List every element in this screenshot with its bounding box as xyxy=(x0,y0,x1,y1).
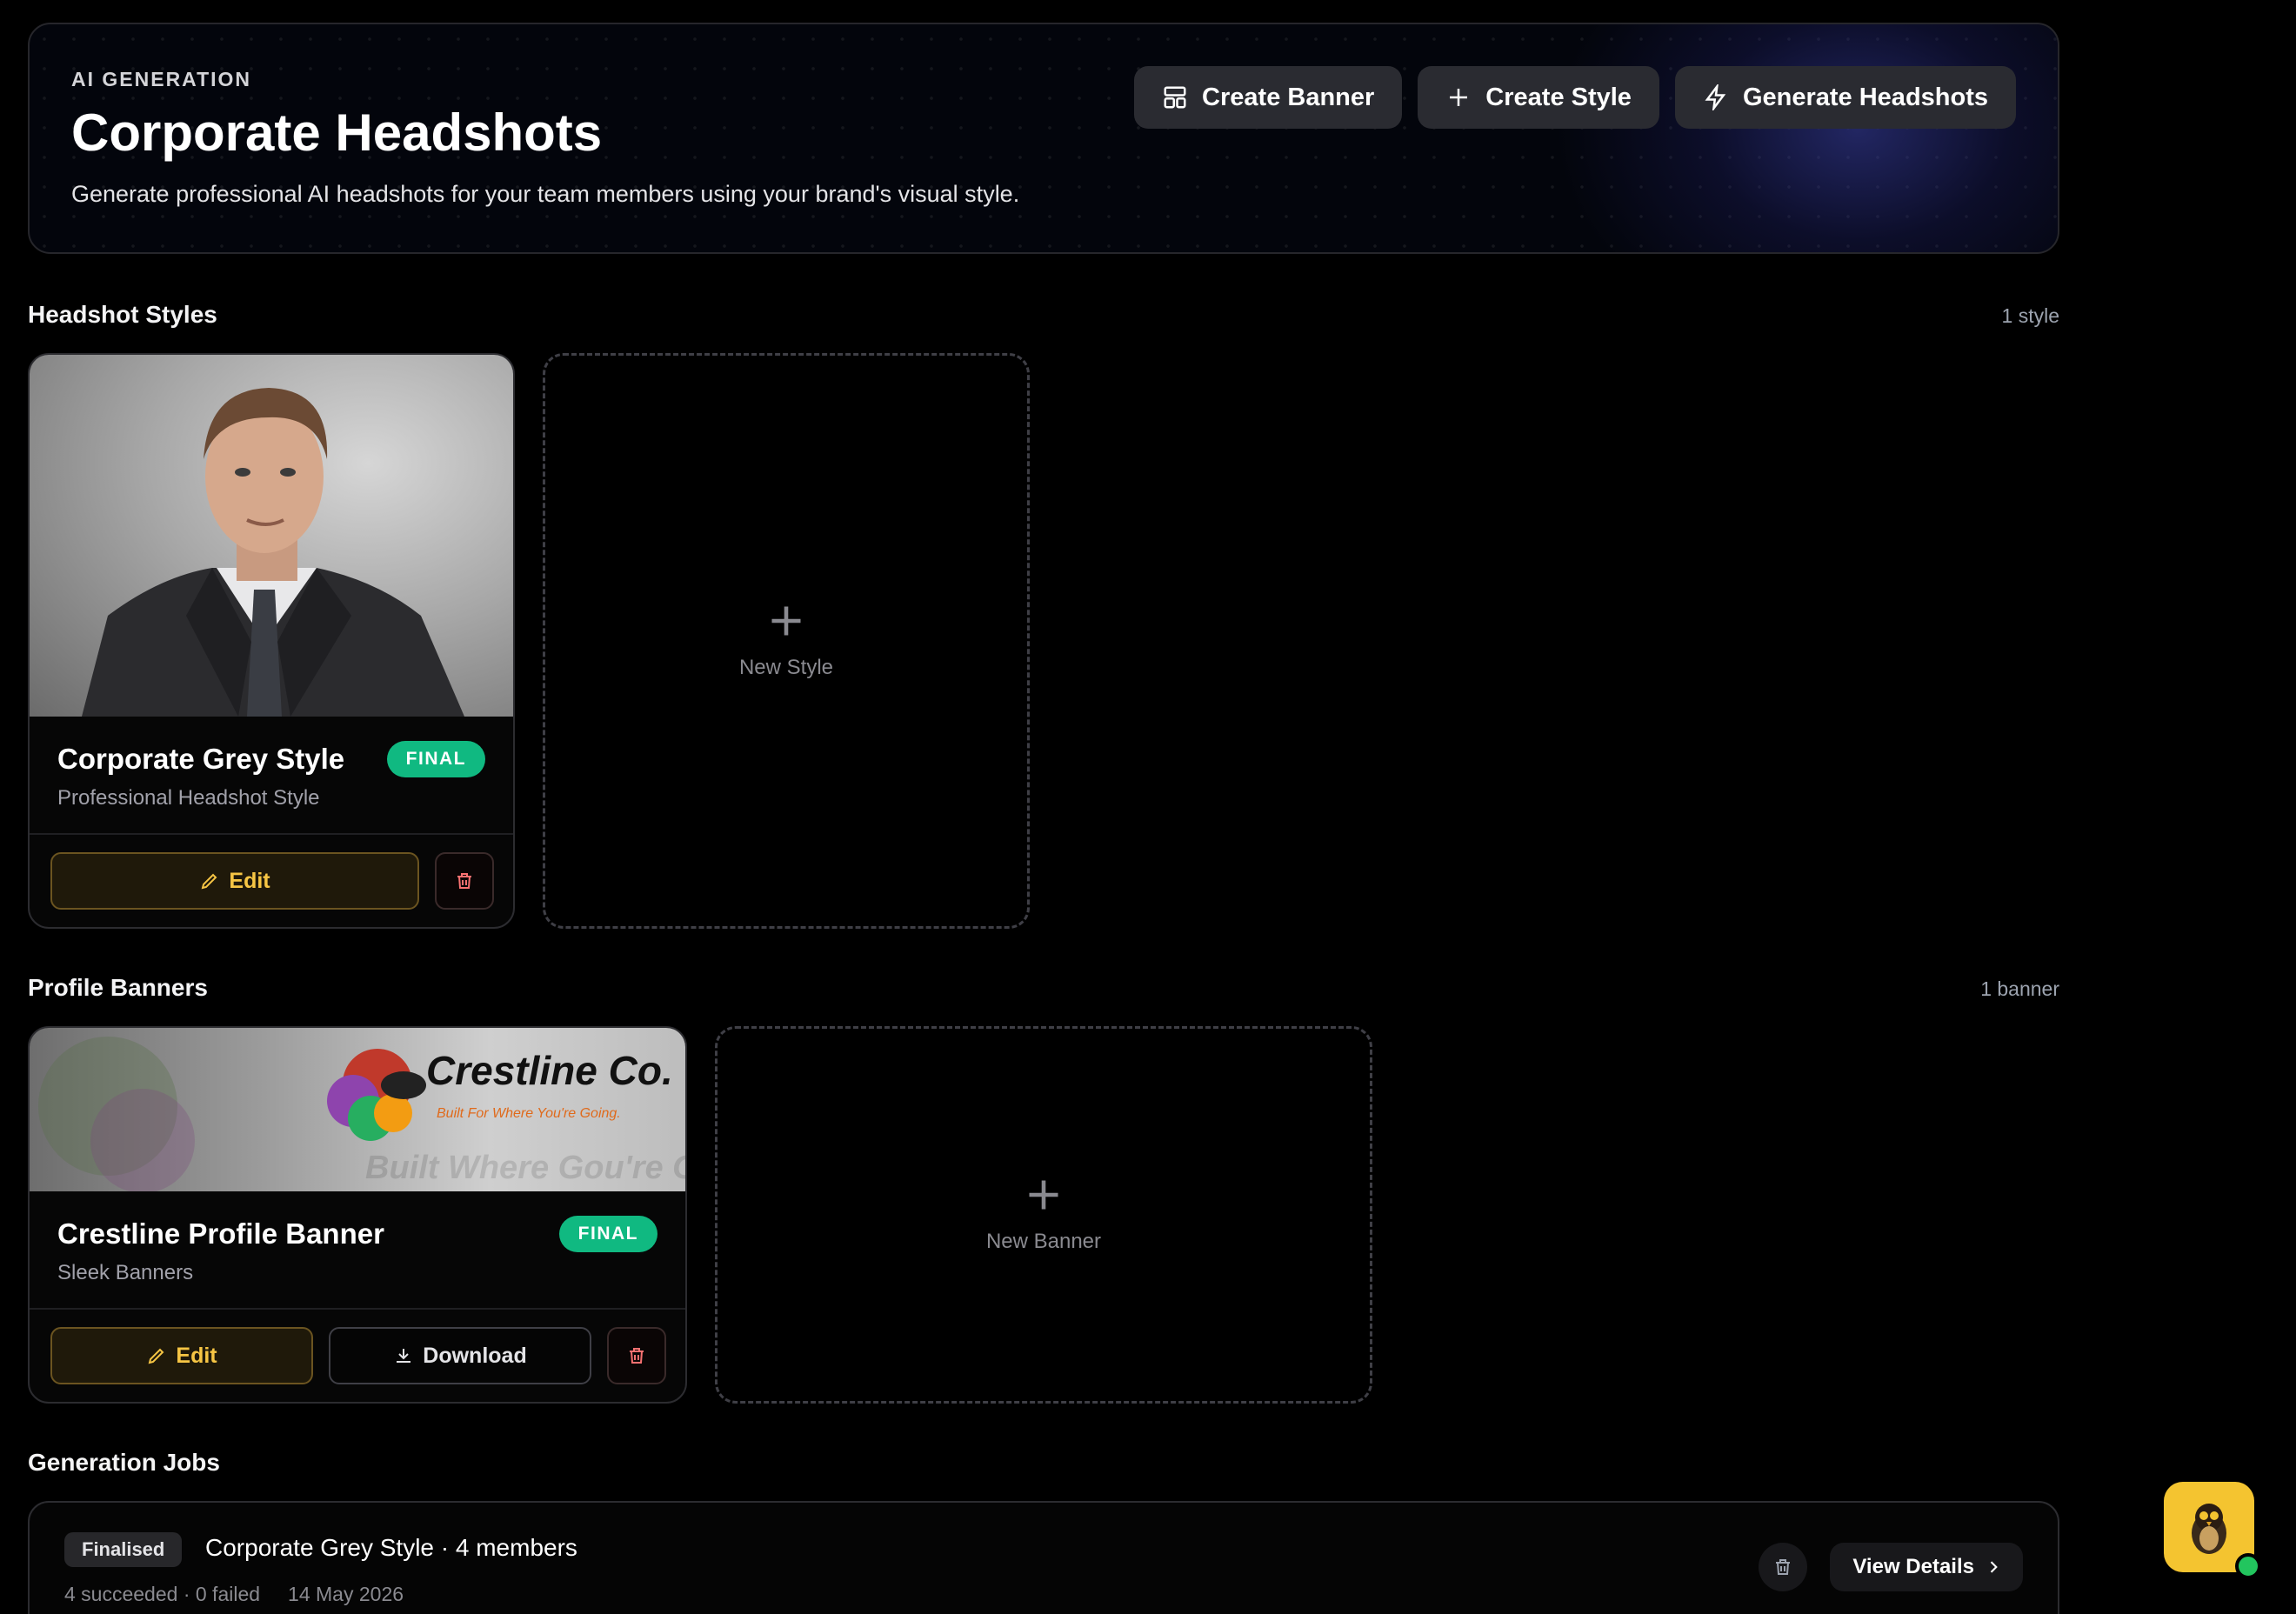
edit-label: Edit xyxy=(176,1343,217,1368)
new-style-label: New Style xyxy=(738,656,834,679)
banner-card-subtitle: Sleek Banners xyxy=(57,1261,194,1284)
plus-icon xyxy=(771,606,801,636)
download-banner-button[interactable]: Download xyxy=(329,1327,591,1384)
card-divider xyxy=(30,1308,685,1310)
status-badge: FINAL xyxy=(386,741,485,777)
job-row: Finalised Corporate Grey Style · 4 membe… xyxy=(28,1501,2059,1614)
delete-banner-button[interactable] xyxy=(607,1327,666,1384)
trash-icon xyxy=(630,1348,644,1364)
new-banner-card[interactable]: New Banner xyxy=(715,1026,1372,1404)
job-meta: 4 succeeded · 0 failed 14 May 2026 xyxy=(64,1583,404,1606)
banner-tagline: Built For Where You're Going. xyxy=(437,1106,621,1121)
plus-icon xyxy=(1029,1180,1058,1210)
page-title: Corporate Headshots xyxy=(71,103,603,162)
header-eyebrow: AI GENERATION xyxy=(71,68,252,90)
style-card[interactable]: Corporate Grey Style FINAL Professional … xyxy=(28,353,515,929)
new-style-card[interactable]: New Style xyxy=(543,353,1030,929)
headshot-styles-title: Headshot Styles xyxy=(28,301,217,328)
banner-card[interactable]: Crestline Co. Built For Where You're Goi… xyxy=(28,1026,687,1404)
page-subtitle: Generate professional AI headshots for y… xyxy=(71,181,1020,207)
view-details-label: View Details xyxy=(1852,1555,1974,1578)
trash-icon xyxy=(457,873,471,889)
create-banner-button[interactable]: Create Banner xyxy=(1134,66,1403,129)
headshot-illustration xyxy=(82,388,464,717)
header-actions: Create Banner Create Style Generate Head… xyxy=(1134,66,2016,129)
generate-headshots-button[interactable]: Generate Headshots xyxy=(1674,66,2016,129)
chevron-right-icon xyxy=(1990,1561,1998,1573)
job-date: 14 May 2026 xyxy=(288,1583,404,1605)
new-banner-label: New Banner xyxy=(985,1230,1102,1253)
job-status-badge: Finalised xyxy=(64,1532,183,1567)
create-style-label: Create Style xyxy=(1485,83,1632,111)
edit-style-button[interactable]: Edit xyxy=(50,852,419,910)
profile-banners-count: 1 banner xyxy=(1980,977,2059,1000)
download-label: Download xyxy=(423,1343,527,1368)
download-icon xyxy=(397,1349,411,1363)
header-glow xyxy=(1553,24,2058,252)
delete-style-button[interactable] xyxy=(435,852,494,910)
edit-label: Edit xyxy=(229,868,270,893)
plus-icon xyxy=(1450,89,1468,106)
pencil-icon xyxy=(149,1348,164,1364)
page-header: AI GENERATION Corporate Headshots Genera… xyxy=(28,23,2059,254)
trash-icon xyxy=(1776,1559,1790,1575)
headshot-styles-count: 1 style xyxy=(2001,304,2059,327)
online-status-dot xyxy=(2235,1553,2261,1579)
owl-icon xyxy=(2192,1504,2226,1554)
banner-bg-text: Built Where Gou're G xyxy=(365,1150,687,1186)
card-divider xyxy=(30,833,513,835)
edit-banner-button[interactable]: Edit xyxy=(50,1327,313,1384)
job-title: Corporate Grey Style · 4 members xyxy=(205,1534,577,1561)
status-badge: FINAL xyxy=(558,1216,657,1252)
banner-card-title: Crestline Profile Banner xyxy=(57,1217,384,1250)
headshot-photo xyxy=(30,355,513,717)
delete-job-button[interactable] xyxy=(1759,1543,1807,1591)
pencil-icon xyxy=(202,873,217,890)
style-card-title: Corporate Grey Style xyxy=(57,743,345,775)
layout-icon xyxy=(1164,86,1186,109)
style-card-subtitle: Professional Headshot Style xyxy=(57,786,320,810)
lightning-icon xyxy=(1705,84,1726,110)
view-details-button[interactable]: View Details xyxy=(1830,1543,2023,1591)
generate-headshots-label: Generate Headshots xyxy=(1742,83,1988,111)
job-results: 4 succeeded · 0 failed xyxy=(64,1583,261,1605)
create-style-button[interactable]: Create Style xyxy=(1418,66,1659,129)
profile-banners-title: Profile Banners xyxy=(28,974,208,1001)
banner-preview: Crestline Co. Built For Where You're Goi… xyxy=(30,1028,687,1191)
banner-brand-text: Crestline Co. xyxy=(426,1048,673,1093)
generation-jobs-title: Generation Jobs xyxy=(28,1449,220,1476)
create-banner-label: Create Banner xyxy=(1202,83,1375,111)
